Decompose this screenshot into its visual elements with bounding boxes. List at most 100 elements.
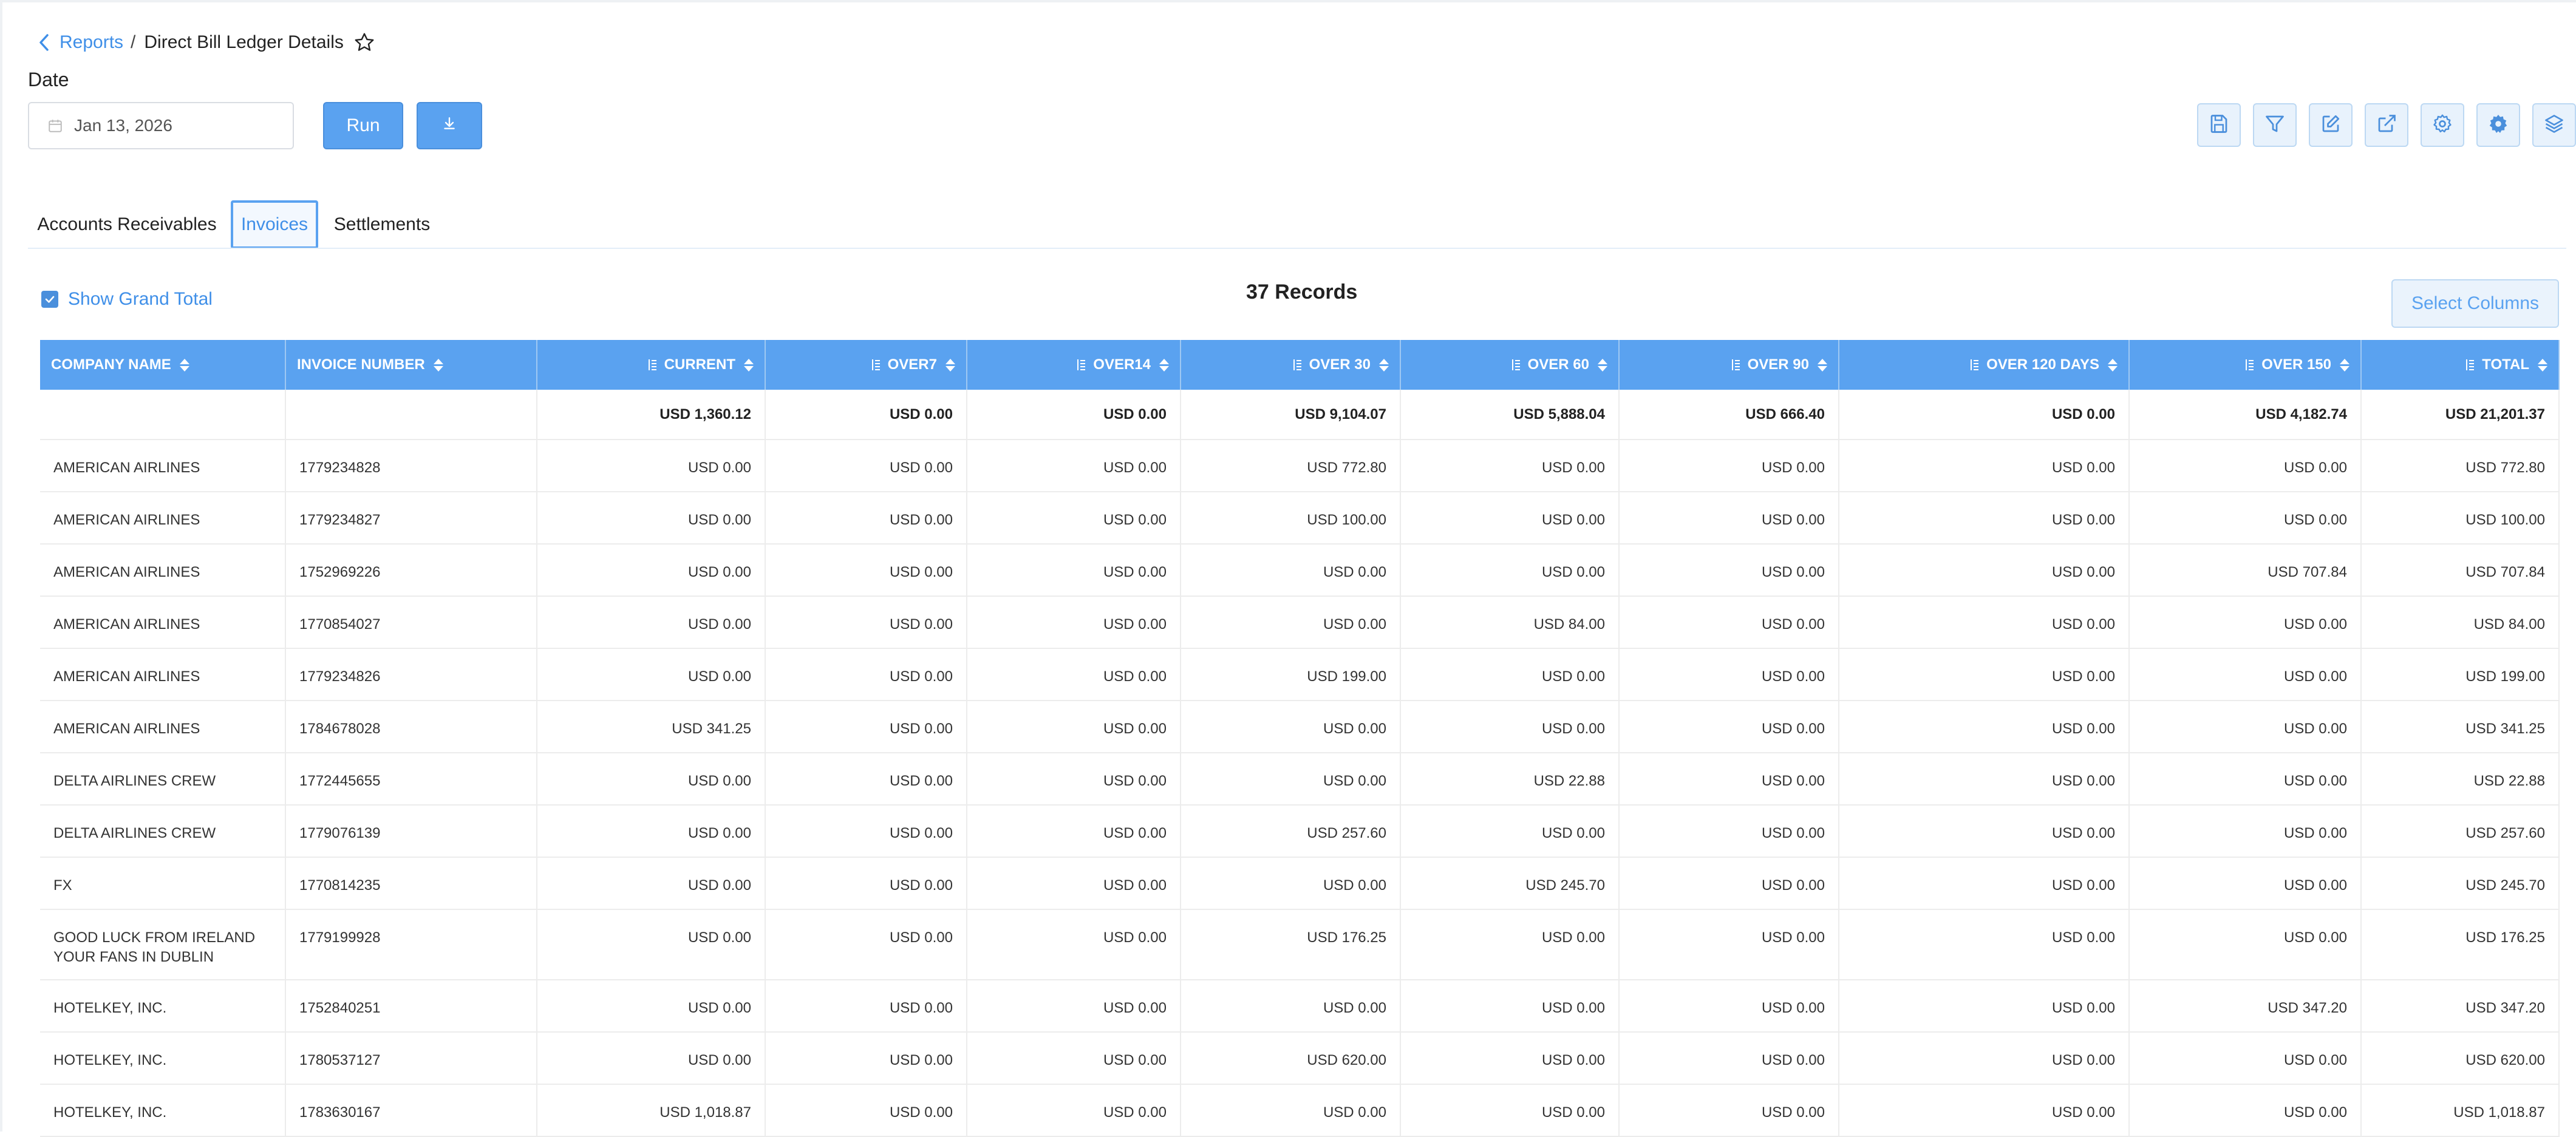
table-cell: AMERICAN AIRLINES — [40, 648, 286, 701]
save-button[interactable] — [2197, 103, 2241, 147]
table-cell: USD 0.00 — [537, 909, 766, 980]
select-columns-button[interactable]: Select Columns — [2391, 279, 2559, 328]
column-resize-icon[interactable] — [1076, 358, 1087, 372]
column-resize-icon[interactable] — [2465, 358, 2476, 372]
table-cell: USD 0.00 — [1181, 857, 1401, 910]
table-row[interactable]: AMERICAN AIRLINES 1770854027 USD 0.00 USD 0… — [40, 596, 2560, 649]
records-count: 37 Records — [1246, 280, 1358, 304]
download-icon — [441, 115, 457, 136]
advanced-settings-button[interactable] — [2476, 103, 2520, 147]
tab-settlements[interactable]: Settlements — [324, 200, 440, 249]
table-cell: USD 0.00 — [765, 1032, 967, 1085]
tab-accounts-receivables[interactable]: Accounts Receivables — [29, 200, 225, 249]
column-resize-icon[interactable] — [1969, 358, 1980, 372]
favorite-star-icon[interactable] — [353, 31, 377, 54]
table-cell: USD 0.00 — [765, 753, 967, 806]
table-cell: USD 0.00 — [765, 909, 967, 980]
sort-icon[interactable] — [1598, 358, 1607, 372]
table-row[interactable]: AMERICAN AIRLINES 1779234827 USD 0.00 USD 0… — [40, 492, 2560, 545]
date-label: Date — [28, 69, 69, 90]
column-header[interactable]: COMPANY NAME — [40, 340, 286, 390]
date-field[interactable] — [28, 102, 294, 149]
table-cell: USD 0.00 — [1839, 980, 2130, 1033]
table-cell: USD 341.25 — [537, 701, 766, 753]
table-row[interactable]: AMERICAN AIRLINES 1779234826 USD 0.00 USD 0… — [40, 648, 2560, 701]
column-resize-icon[interactable] — [1731, 358, 1742, 372]
sort-icon[interactable] — [1818, 358, 1827, 372]
table-cell: USD 0.00 — [2129, 492, 2362, 545]
table-row[interactable]: FX 1770814235 USD 0.00 USD 0.00 USD 0.00 USD … — [40, 857, 2560, 910]
column-resize-icon[interactable] — [871, 358, 882, 372]
tab-invoices[interactable]: Invoices — [231, 200, 318, 249]
table-cell: 1770854027 — [285, 596, 537, 649]
table-row[interactable]: HOTELKEY, INC. 1752840251 USD 0.00 USD 0.00… — [40, 980, 2560, 1033]
table-cell: USD 707.84 — [2129, 544, 2362, 597]
show-grand-total-toggle[interactable]: Show Grand Total — [41, 289, 213, 310]
table-cell: USD 620.00 — [1181, 1032, 1401, 1085]
column-header[interactable]: OVER7 — [765, 340, 967, 390]
table-cell: USD 100.00 — [1181, 492, 1401, 545]
column-header[interactable]: OVER14 — [967, 340, 1181, 390]
table-cell: HOTELKEY, INC. — [40, 1032, 286, 1085]
table-cell: 1772445655 — [285, 753, 537, 806]
sort-icon[interactable] — [2108, 358, 2118, 372]
table-row[interactable]: GOOD LUCK FROM IRELAND YOUR FANS IN DUBL… — [40, 909, 2560, 980]
open-external-button[interactable] — [2365, 103, 2408, 147]
table-row[interactable]: AMERICAN AIRLINES 1752969226 USD 0.00 USD 0… — [40, 544, 2560, 597]
column-header[interactable]: OVER 90 — [1619, 340, 1839, 390]
table-cell: USD 0.00 — [2129, 1084, 2362, 1137]
table-cell: USD 0.00 — [2129, 909, 2362, 980]
calendar-icon — [47, 118, 63, 134]
column-header[interactable]: OVER 120 DAYS — [1839, 340, 2130, 390]
breadcrumb-reports-link[interactable]: Reports — [60, 32, 123, 53]
table-cell: USD 0.00 — [2129, 701, 2362, 753]
column-header[interactable]: OVER 30 — [1181, 340, 1401, 390]
table-cell: USD 0.00 — [1619, 753, 1839, 806]
column-resize-icon[interactable] — [1292, 358, 1303, 372]
table-cell: USD 0.00 — [537, 596, 766, 649]
table-cell: USD 0.00 — [1839, 596, 2130, 649]
sort-icon[interactable] — [946, 358, 955, 372]
table-row[interactable]: HOTELKEY, INC. 1783630167 USD 1,018.87 USD … — [40, 1084, 2560, 1137]
column-header[interactable]: CURRENT — [537, 340, 766, 390]
filter-button[interactable] — [2253, 103, 2297, 147]
table-cell: USD 0.00 — [967, 857, 1181, 910]
column-header[interactable]: TOTAL — [2361, 340, 2560, 390]
column-header[interactable]: OVER 150 — [2129, 340, 2362, 390]
run-button[interactable]: Run — [323, 102, 403, 149]
table-body: USD 1,360.12 USD 0.00 USD 0.00 USD 9,104.07… — [40, 390, 2560, 1137]
chevron-left-icon[interactable] — [35, 30, 53, 55]
table-cell: USD 0.00 — [1181, 544, 1401, 597]
edit-button[interactable] — [2309, 103, 2353, 147]
table-cell: USD 257.60 — [2361, 805, 2560, 858]
table-cell: DELTA AIRLINES CREW — [40, 805, 286, 858]
table-cell: USD 0.00 — [967, 544, 1181, 597]
download-button[interactable] — [417, 102, 482, 149]
table-row[interactable]: DELTA AIRLINES CREW 1779076139 USD 0.00 USD… — [40, 805, 2560, 858]
sort-icon[interactable] — [433, 358, 443, 372]
table-cell: USD 0.00 — [1619, 980, 1839, 1033]
table-row[interactable]: HOTELKEY, INC. 1780537127 USD 0.00 USD 0.00… — [40, 1032, 2560, 1085]
sort-icon[interactable] — [179, 358, 189, 372]
table-row[interactable]: AMERICAN AIRLINES 1779234828 USD 0.00 USD 0… — [40, 440, 2560, 492]
sort-icon[interactable] — [2340, 358, 2349, 372]
layers-button[interactable] — [2532, 103, 2576, 147]
sort-icon[interactable] — [1159, 358, 1169, 372]
settings-button[interactable] — [2421, 103, 2464, 147]
sort-icon[interactable] — [2538, 358, 2547, 372]
column-header[interactable]: INVOICE NUMBER — [285, 340, 537, 390]
table-cell: USD 0.00 — [1181, 596, 1401, 649]
sort-icon[interactable] — [1379, 358, 1389, 372]
table-cell: 1752969226 — [285, 544, 537, 597]
column-resize-icon[interactable] — [2244, 358, 2255, 372]
column-resize-icon[interactable] — [647, 358, 658, 372]
date-input[interactable] — [73, 115, 270, 136]
column-resize-icon[interactable] — [1511, 358, 1522, 372]
table-cell: USD 257.60 — [1181, 805, 1401, 858]
checkbox-checked-icon[interactable] — [41, 291, 58, 308]
table-row[interactable]: AMERICAN AIRLINES 1784678028 USD 341.25 USD… — [40, 701, 2560, 753]
grand-total-cell — [285, 390, 537, 440]
table-row[interactable]: DELTA AIRLINES CREW 1772445655 USD 0.00 USD… — [40, 753, 2560, 806]
sort-icon[interactable] — [744, 358, 754, 372]
column-header[interactable]: OVER 60 — [1400, 340, 1620, 390]
